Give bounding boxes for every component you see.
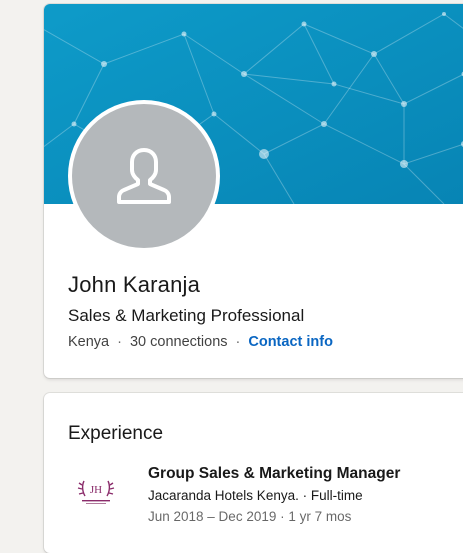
profile-location: Kenya: [68, 334, 109, 350]
contact-info-link[interactable]: Contact info: [248, 334, 333, 350]
profile-name: John Karanja: [68, 272, 200, 298]
meta-separator: ·: [236, 334, 241, 350]
experience-card: Experience JH Group Sales & Marketing Ma…: [44, 393, 463, 553]
profile-card: John Karanja Sales & Marketing Professio…: [44, 4, 463, 378]
profile-meta-row: Kenya · 30 connections · Contact info: [68, 334, 333, 350]
jacaranda-hotels-logo-icon: JH: [68, 463, 124, 519]
meta-separator: ·: [117, 334, 122, 350]
experience-dates: Jun 2018 – Dec 2019 · 1 yr 7 mos: [148, 509, 351, 524]
logo-monogram: JH: [90, 484, 102, 496]
experience-section-title: Experience: [68, 423, 163, 445]
company-logo[interactable]: JH: [68, 463, 124, 519]
avatar-placeholder: [72, 104, 216, 248]
person-placeholder-icon: [112, 144, 176, 208]
experience-title[interactable]: Group Sales & Marketing Manager: [148, 465, 400, 483]
experience-company: Jacaranda Hotels Kenya. · Full-time: [148, 488, 363, 503]
profile-headline: Sales & Marketing Professional: [68, 306, 304, 326]
connections-link[interactable]: 30 connections: [130, 334, 228, 350]
profile-avatar[interactable]: [68, 100, 220, 252]
